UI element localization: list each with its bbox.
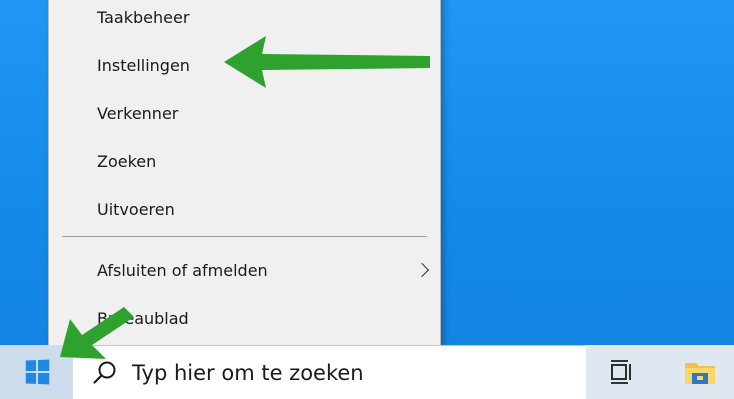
menu-item-label: Afsluiten of afmelden: [97, 260, 268, 280]
file-explorer-icon[interactable]: [683, 356, 717, 388]
menu-item-uitvoeren[interactable]: Uitvoeren: [49, 189, 440, 229]
menu-item-zoeken[interactable]: Zoeken: [49, 141, 440, 181]
menu-item-afsluiten[interactable]: Afsluiten of afmelden: [49, 250, 440, 290]
search-box[interactable]: Typ hier om te zoeken: [73, 345, 586, 399]
power-user-menu: Taakbeheer Instellingen Verkenner Zoeken…: [48, 0, 441, 351]
menu-item-label: Taakbeheer: [97, 7, 190, 27]
menu-item-instellingen[interactable]: Instellingen: [49, 45, 440, 85]
search-icon: [93, 361, 116, 384]
menu-separator: [62, 236, 427, 237]
menu-item-label: Verkenner: [97, 103, 179, 123]
menu-item-taakbeheer[interactable]: Taakbeheer: [49, 0, 440, 37]
menu-item-label: Instellingen: [97, 55, 190, 75]
menu-item-label: Uitvoeren: [97, 199, 175, 219]
search-placeholder: Typ hier om te zoeken: [132, 361, 364, 385]
start-button[interactable]: [0, 345, 73, 399]
taskbar: Typ hier om te zoeken: [0, 345, 734, 399]
desktop: Taakbeheer Instellingen Verkenner Zoeken…: [0, 0, 734, 399]
windows-logo-icon: [25, 359, 49, 385]
task-view-icon[interactable]: [604, 356, 636, 388]
menu-item-verkenner[interactable]: Verkenner: [49, 93, 440, 133]
chevron-right-icon: [414, 262, 430, 278]
menu-item-bureaublad[interactable]: Bureaublad: [49, 298, 440, 338]
menu-item-label: Bureaublad: [97, 308, 189, 328]
menu-item-label: Zoeken: [97, 151, 157, 171]
